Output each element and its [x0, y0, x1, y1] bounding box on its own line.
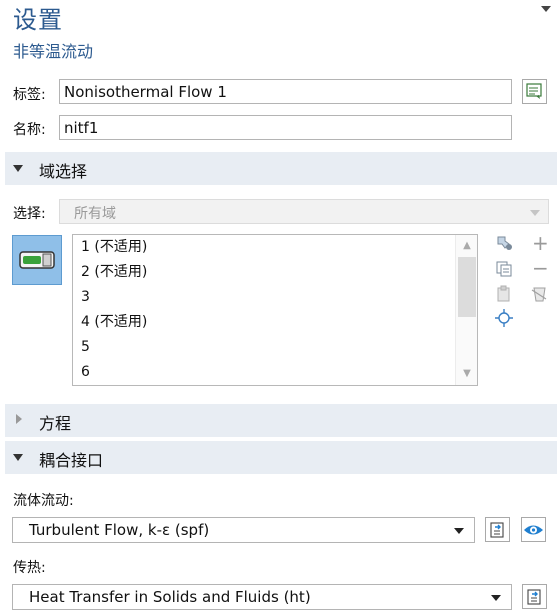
add-icon[interactable]: + — [532, 233, 549, 253]
fluid-flow-value: Turbulent Flow, k-ε (spf) — [29, 521, 210, 539]
domain-toggle-button[interactable] — [12, 235, 62, 285]
list-item[interactable]: 3 — [73, 285, 477, 310]
selection-value: 所有域 — [74, 206, 116, 222]
collapse-icon — [13, 454, 23, 461]
fluid-caption: 流体流动: — [13, 493, 74, 509]
chevron-down-icon[interactable] — [541, 6, 551, 12]
chevron-down-icon[interactable]: ▼ — [462, 369, 472, 379]
goto-source-button[interactable] — [485, 517, 510, 542]
paste-icon[interactable] — [495, 285, 513, 303]
collapse-icon — [13, 165, 23, 172]
section-coupling[interactable]: 耦合接口 — [5, 441, 557, 474]
page-title: 设置 — [13, 6, 63, 34]
remove-icon[interactable]: − — [532, 258, 549, 278]
page-subtitle: 非等温流动 — [13, 42, 94, 61]
domain-toggle-icon — [19, 251, 55, 269]
heat-transfer-value: Heat Transfer in Solids and Fluids (ht) — [29, 588, 311, 606]
section-title: 方程 — [39, 414, 72, 433]
section-equation[interactable]: 方程 — [5, 404, 557, 437]
list-item[interactable]: 1 (不适用) — [73, 235, 477, 260]
selection-dropdown: 所有域 — [59, 199, 549, 224]
label-input[interactable]: Nonisothermal Flow 1 — [59, 79, 512, 104]
list-item[interactable]: 2 (不适用) — [73, 260, 477, 285]
scrollbar[interactable]: ▲ ▼ — [455, 235, 477, 385]
name-caption: 名称: — [13, 122, 46, 138]
name-input[interactable]: nitf1 — [59, 115, 512, 140]
domain-list[interactable]: 1 (不适用) 2 (不适用) 3 4 (不适用) 5 6 ▲ ▼ — [72, 234, 478, 386]
select-paint-icon[interactable] — [495, 234, 513, 252]
zoom-icon[interactable] — [495, 309, 513, 327]
label-caption: 标签: — [13, 87, 46, 103]
clear-icon[interactable] — [530, 285, 548, 303]
selection-caption: 选择: — [13, 206, 46, 222]
chevron-down-icon — [454, 528, 464, 534]
goto-source-icon — [490, 522, 504, 538]
heat-caption: 传热: — [13, 560, 46, 576]
heat-transfer-select[interactable]: Heat Transfer in Solids and Fluids (ht) — [12, 584, 512, 610]
expand-icon — [16, 414, 22, 424]
show-icon — [524, 525, 543, 535]
list-item[interactable]: 5 — [73, 335, 477, 360]
section-title: 耦合接口 — [39, 451, 104, 470]
label-edit-icon — [526, 83, 542, 99]
section-domain-selection[interactable]: 域选择 — [5, 152, 557, 185]
list-item[interactable]: 6 — [73, 360, 477, 385]
chevron-down-icon — [491, 595, 501, 601]
section-title: 域选择 — [39, 162, 88, 181]
label-edit-button[interactable] — [522, 79, 547, 104]
chevron-down-icon — [530, 210, 540, 216]
copy-icon[interactable] — [495, 260, 513, 278]
scroll-thumb[interactable] — [458, 257, 476, 317]
goto-source-button[interactable] — [522, 584, 547, 609]
show-button[interactable] — [521, 517, 546, 542]
chevron-up-icon[interactable]: ▲ — [462, 241, 472, 251]
list-item[interactable]: 4 (不适用) — [73, 310, 477, 335]
fluid-flow-select[interactable]: Turbulent Flow, k-ε (spf) — [12, 517, 475, 543]
goto-source-icon — [527, 589, 541, 605]
